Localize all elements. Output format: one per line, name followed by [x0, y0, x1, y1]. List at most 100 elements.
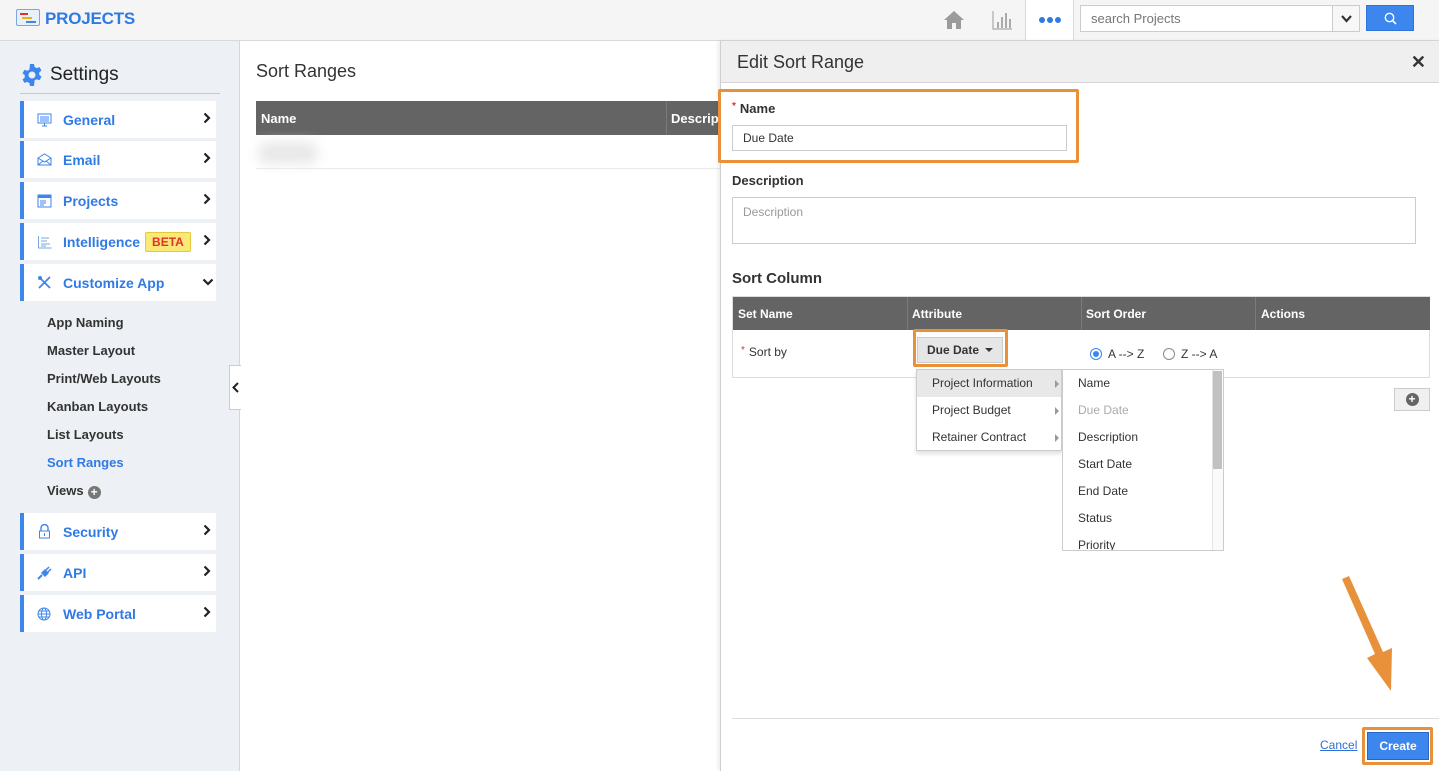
menu-item-start-date[interactable]: Start Date — [1063, 451, 1223, 478]
home-icon[interactable] — [940, 6, 968, 34]
panel-title: Edit Sort Range — [737, 52, 865, 72]
menu-item-priority[interactable]: Priority — [1063, 532, 1223, 550]
sidebar-item-security[interactable]: Security — [20, 513, 216, 550]
submenu-arrow-icon — [1055, 380, 1059, 388]
required-marker: * — [741, 345, 745, 356]
settings-sidebar: Settings General Email Projects Intellig… — [0, 41, 240, 771]
submenu-arrow-icon — [1055, 434, 1059, 442]
sidebar-subitem-print-web-layouts[interactable]: Print/Web Layouts — [47, 371, 161, 386]
required-marker: * — [732, 101, 736, 112]
chevron-left-icon — [232, 382, 239, 393]
chevron-right-icon — [203, 112, 211, 124]
chevron-right-icon — [203, 152, 211, 164]
table-row[interactable] — [258, 142, 318, 164]
sidebar-item-label: Projects — [63, 192, 119, 209]
close-icon[interactable]: ✕ — [1411, 53, 1426, 71]
column-header-set-name: Set Name — [738, 307, 793, 321]
sidebar-item-web-portal[interactable]: Web Portal — [20, 595, 216, 632]
radio-asc[interactable] — [1090, 348, 1102, 360]
search-scope-dropdown[interactable] — [1332, 6, 1359, 31]
caret-down-icon — [985, 348, 994, 352]
name-label: * Name — [732, 101, 776, 116]
app-logo-icon — [16, 9, 40, 26]
divider — [20, 93, 220, 94]
sidebar-item-intelligence[interactable]: Intelligence BETA — [20, 223, 216, 260]
create-button[interactable]: Create — [1367, 732, 1429, 760]
attribute-dropdown[interactable]: Due Date — [917, 337, 1003, 363]
column-header-name[interactable]: Name — [261, 111, 296, 126]
sort-desc-option[interactable]: Z --> A — [1163, 347, 1217, 361]
search-box — [1080, 5, 1360, 32]
sidebar-item-general[interactable]: General — [20, 101, 216, 138]
search-icon — [1384, 12, 1397, 25]
sidebar-subitem-kanban-layouts[interactable]: Kanban Layouts — [47, 399, 148, 414]
sidebar-item-email[interactable]: Email — [20, 141, 216, 178]
edit-sort-range-panel: Edit Sort Range ✕ *Name Description Sort… — [718, 41, 1439, 771]
monitor-icon — [35, 113, 53, 127]
menu-item-due-date: Due Date — [1078, 403, 1129, 417]
sidebar-subitem-app-naming[interactable]: App Naming — [47, 315, 124, 330]
views-label: Views — [47, 483, 84, 498]
settings-heading: Settings — [20, 63, 119, 87]
sidebar-item-label: Security — [63, 523, 119, 540]
sidebar-item-customize-app[interactable]: Customize App — [20, 264, 216, 301]
search-button[interactable] — [1366, 5, 1414, 31]
app-title[interactable]: PROJECTS — [45, 9, 135, 29]
add-sort-row-button[interactable]: + — [1394, 388, 1430, 411]
column-divider — [907, 297, 908, 330]
page-title: Sort Ranges — [256, 61, 357, 81]
collapse-sidebar-button[interactable] — [229, 365, 241, 410]
chevron-right-icon — [203, 193, 211, 205]
chevron-down-icon — [202, 278, 214, 286]
sidebar-item-label: API — [63, 564, 87, 581]
sidebar-subitem-master-layout[interactable]: Master Layout — [47, 343, 135, 358]
gear-icon — [22, 64, 42, 86]
chevron-down-icon — [1340, 14, 1352, 23]
sidebar-subitem-views[interactable]: Views + — [47, 483, 101, 499]
column-divider — [1255, 297, 1256, 330]
search-input[interactable] — [1081, 6, 1332, 31]
sidebar-subitem-sort-ranges[interactable]: Sort Ranges — [47, 455, 124, 470]
plus-icon: + — [1405, 393, 1419, 406]
menu-item-project-information[interactable]: Project Information — [917, 370, 1061, 397]
sidebar-item-projects[interactable]: Projects — [20, 182, 216, 219]
chevron-right-icon — [203, 565, 211, 577]
column-header-actions: Actions — [1261, 307, 1306, 321]
sidebar-item-label: Intelligence — [63, 233, 141, 250]
more-icon[interactable] — [1025, 0, 1074, 40]
chevron-right-icon — [203, 606, 211, 618]
add-view-icon[interactable]: + — [87, 486, 101, 499]
sort-by-label: * Sort by — [741, 345, 787, 359]
list-icon — [35, 235, 53, 249]
sidebar-item-label: Customize App — [63, 274, 165, 291]
radio-desc[interactable] — [1163, 348, 1175, 360]
menu-item-status[interactable]: Status — [1063, 505, 1223, 532]
globe-icon — [35, 607, 53, 621]
menu-item-description[interactable]: Description — [1063, 424, 1223, 451]
menu-item-project-budget[interactable]: Project Budget — [917, 397, 1061, 424]
column-divider — [666, 101, 667, 135]
panel-header: Edit Sort Range ✕ — [721, 41, 1439, 83]
menu-item-retainer-contract[interactable]: Retainer Contract — [917, 424, 1061, 451]
name-field[interactable] — [732, 125, 1067, 151]
sidebar-subitem-list-layouts[interactable]: List Layouts — [47, 427, 124, 442]
sort-asc-option[interactable]: A --> Z — [1090, 347, 1144, 361]
lock-icon — [35, 524, 53, 539]
column-header-description[interactable]: Descript — [671, 111, 723, 126]
scrollbar-thumb[interactable] — [1213, 371, 1222, 469]
description-label: Description — [732, 173, 804, 188]
plug-icon — [35, 565, 53, 580]
sidebar-item-api[interactable]: API — [20, 554, 216, 591]
divider — [732, 718, 1439, 719]
description-field[interactable] — [732, 197, 1416, 244]
menu-item-end-date[interactable]: End Date — [1063, 478, 1223, 505]
cancel-button[interactable]: Cancel — [1320, 738, 1357, 752]
chevron-right-icon — [203, 524, 211, 536]
menu-scrollbar[interactable] — [1212, 370, 1223, 550]
sidebar-item-label: Web Portal — [63, 605, 136, 622]
attribute-field-menu: Name Due Date Description Start Date End… — [1062, 369, 1224, 551]
top-bar: PROJECTS — [0, 0, 1439, 41]
divider — [256, 168, 720, 169]
chart-icon[interactable] — [988, 6, 1016, 34]
menu-item-name[interactable]: Name — [1063, 370, 1223, 397]
